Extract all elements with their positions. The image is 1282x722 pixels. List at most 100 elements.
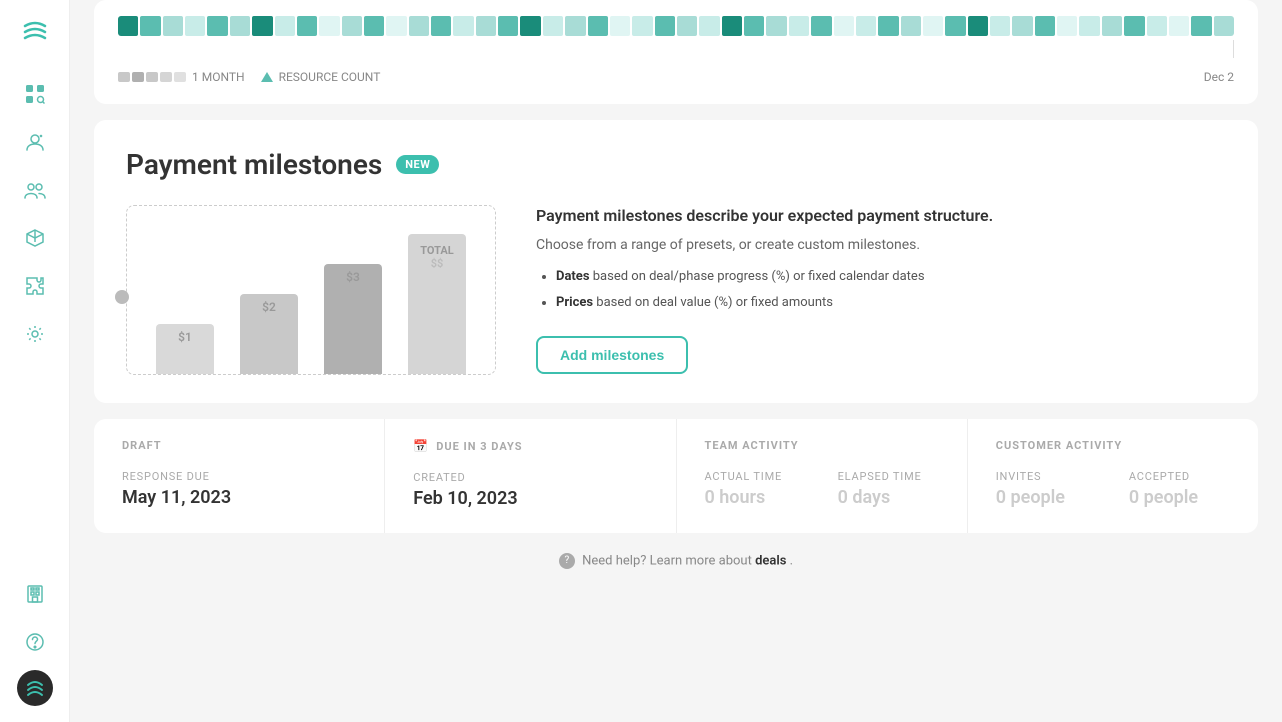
bar-total-label: TOTAL — [420, 244, 453, 257]
timeline-bar — [118, 16, 1234, 36]
timeline-segment — [1191, 16, 1211, 36]
timeline-segment — [140, 16, 160, 36]
timeline-segment — [1169, 16, 1189, 36]
timeline-segment — [1214, 16, 1234, 36]
bar-s2: $2 — [240, 294, 299, 374]
milestones-description: Payment milestones describe your expecte… — [536, 205, 1226, 227]
timeline-chart-card: 1 MONTH RESOURCE COUNT Dec 2 — [94, 0, 1258, 104]
invites-value: 0 people — [996, 487, 1097, 508]
building-icon[interactable] — [15, 574, 55, 614]
help-question-icon: ? — [559, 553, 575, 569]
prices-text: based on deal value (%) or fixed amounts — [596, 295, 833, 310]
actual-time-label: ACTUAL TIME — [705, 470, 806, 483]
draft-label: DRAFT — [122, 439, 162, 452]
invites-label: INVITES — [996, 470, 1097, 483]
timeline-segment — [789, 16, 809, 36]
legend-month-label: 1 MONTH — [192, 70, 245, 84]
main-content: 1 MONTH RESOURCE COUNT Dec 2 Payment mil… — [70, 0, 1282, 722]
timeline-segment — [319, 16, 339, 36]
user-avatar[interactable] — [17, 670, 53, 706]
milestones-chart-area: $1 $2 $3 TOTAL $$ — [126, 205, 496, 375]
new-badge: NEW — [396, 155, 439, 174]
bar-group-total: TOTAL $$ — [395, 222, 479, 374]
timeline-segment — [476, 16, 496, 36]
timeline-segment — [722, 16, 742, 36]
timeline-segment — [565, 16, 585, 36]
timeline-segment — [1102, 16, 1122, 36]
customer-activity-section: CUSTOMER ACTIVITY INVITES 0 people ACCEP… — [968, 419, 1258, 533]
puzzle-icon[interactable] — [15, 266, 55, 306]
list-item-prices: Prices based on deal value (%) or fixed … — [556, 293, 1226, 313]
list-item-dates: Dates based on deal/phase progress (%) o… — [556, 267, 1226, 287]
elapsed-time-label: ELAPSED TIME — [838, 470, 939, 483]
timeline-segment — [252, 16, 272, 36]
timeline-segment — [409, 16, 429, 36]
actual-time-value: 0 hours — [705, 487, 806, 508]
dashboard-icon[interactable] — [15, 74, 55, 114]
team-icon[interactable] — [15, 170, 55, 210]
timeline-segment — [856, 16, 876, 36]
milestones-sub-description: Choose from a range of presets, or creat… — [536, 237, 1226, 253]
response-due-value: May 11, 2023 — [122, 487, 356, 508]
created-label: CREATED — [413, 471, 647, 484]
timeline-segment — [811, 16, 831, 36]
invites-field: INVITES 0 people — [996, 470, 1097, 508]
timeline-segment — [364, 16, 384, 36]
bar-group-1: $1 — [143, 222, 227, 374]
customer-activity-columns: INVITES 0 people ACCEPTED 0 people — [996, 470, 1230, 508]
help-footer: ? Need help? Learn more about deals . — [94, 533, 1258, 589]
due-section: 📅 DUE IN 3 DAYS CREATED Feb 10, 2023 — [385, 419, 676, 533]
milestones-title: Payment milestones — [126, 148, 382, 181]
timeline-segment — [923, 16, 943, 36]
milestones-card: Payment milestones NEW $1 $2 $3 — [94, 120, 1258, 403]
due-label: DUE IN 3 DAYS — [436, 440, 522, 453]
bar-chart: $1 $2 $3 TOTAL $$ — [126, 205, 496, 375]
dates-bold: Dates — [556, 269, 590, 284]
help-circle-icon[interactable] — [15, 622, 55, 662]
logo[interactable] — [21, 16, 49, 50]
milestones-header: Payment milestones NEW — [126, 148, 1226, 181]
box-icon[interactable] — [15, 218, 55, 258]
timeline-segment — [945, 16, 965, 36]
timeline-segment — [878, 16, 898, 36]
accepted-field: ACCEPTED 0 people — [1129, 470, 1230, 508]
stats-card: DRAFT RESPONSE DUE May 11, 2023 📅 DUE IN… — [94, 419, 1258, 533]
timeline-segment — [677, 16, 697, 36]
help-suffix: . — [790, 553, 793, 568]
timeline-segment — [1057, 16, 1077, 36]
timeline-segment — [297, 16, 317, 36]
chart-legend: 1 MONTH RESOURCE COUNT — [118, 70, 380, 84]
deals-link[interactable]: deals — [755, 553, 786, 568]
timeline-segment — [588, 16, 608, 36]
timeline-segment — [118, 16, 138, 36]
elapsed-time-field: ELAPSED TIME 0 days — [838, 470, 939, 508]
response-due-label: RESPONSE DUE — [122, 470, 356, 483]
bar-s3: $3 — [324, 264, 383, 374]
timeline-segment — [632, 16, 652, 36]
settings-icon[interactable] — [15, 314, 55, 354]
timeline-segment — [520, 16, 540, 36]
chart-footer: 1 MONTH RESOURCE COUNT Dec 2 — [118, 70, 1234, 84]
timeline-segment — [610, 16, 630, 36]
legend-resource-label: RESOURCE COUNT — [279, 70, 381, 84]
accepted-label: ACCEPTED — [1129, 470, 1230, 483]
timeline-segment — [990, 16, 1010, 36]
timeline-segment — [342, 16, 362, 36]
legend-resource-item: RESOURCE COUNT — [261, 70, 381, 84]
dates-text: based on deal/phase progress (%) or fixe… — [593, 269, 925, 284]
milestones-body: $1 $2 $3 TOTAL $$ — [126, 205, 1226, 375]
add-milestones-button[interactable]: Add milestones — [536, 336, 688, 374]
team-activity-label: TEAM ACTIVITY — [705, 439, 799, 452]
bar-total: TOTAL $$ — [408, 234, 467, 374]
sidebar — [0, 0, 70, 722]
timeline-segment — [1035, 16, 1055, 36]
dot-indicator — [115, 290, 129, 304]
bar-group-2: $2 — [227, 222, 311, 374]
legend-month-item: 1 MONTH — [118, 70, 245, 84]
team-activity-columns: ACTUAL TIME 0 hours ELAPSED TIME 0 days — [705, 470, 939, 508]
user-manage-icon[interactable] — [15, 122, 55, 162]
created-field: CREATED Feb 10, 2023 — [413, 471, 647, 509]
timeline-segment — [1079, 16, 1099, 36]
timeline-segment — [968, 16, 988, 36]
timeline-segment — [901, 16, 921, 36]
